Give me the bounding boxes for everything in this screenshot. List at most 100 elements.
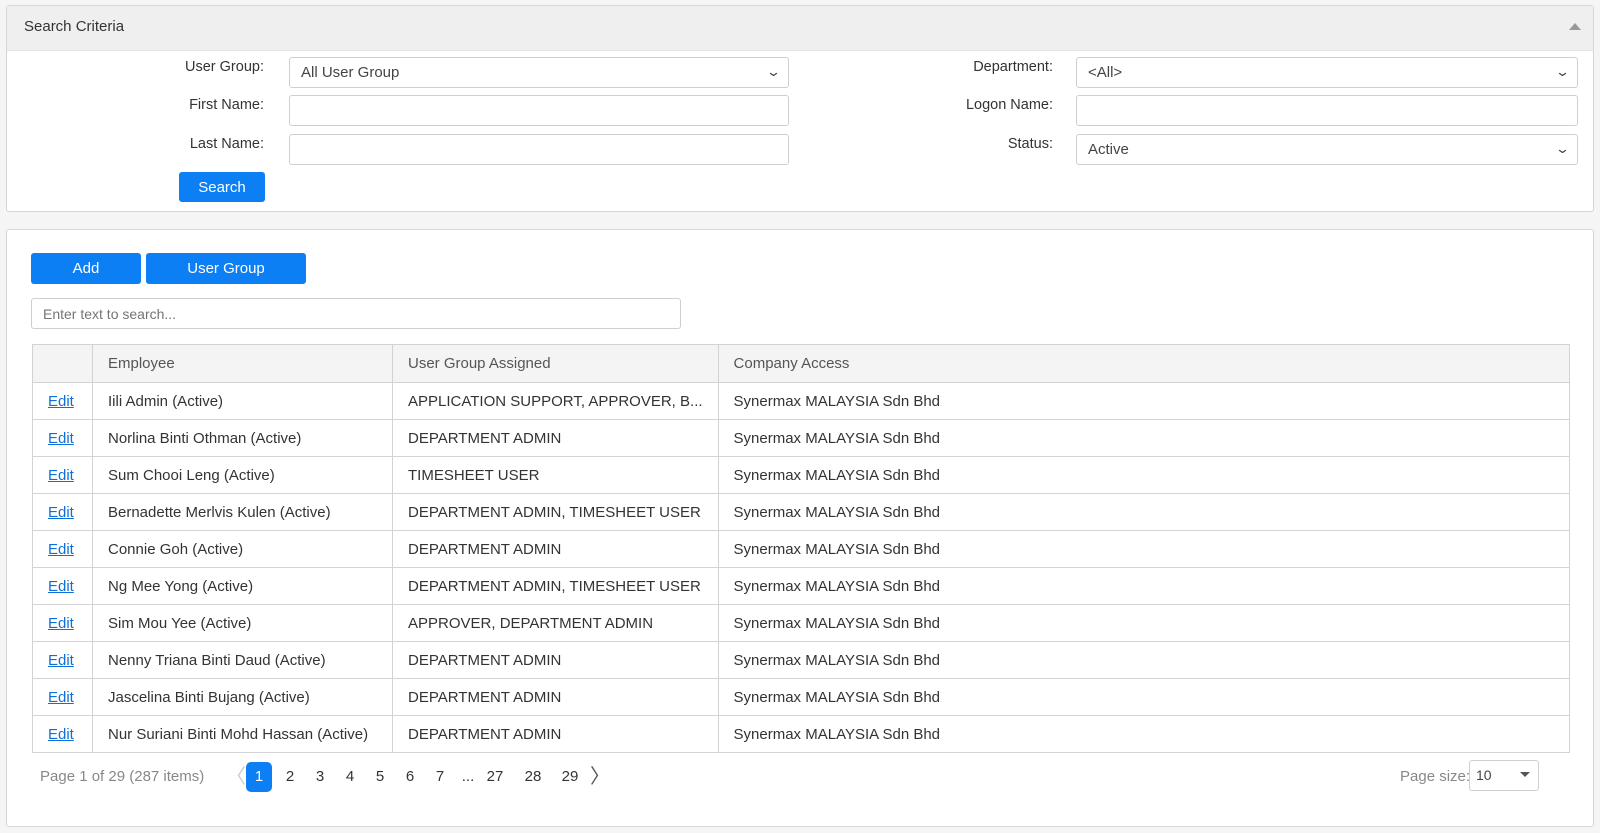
action-cell: Edit [32, 456, 93, 494]
user-group-cell: DEPARTMENT ADMIN [392, 641, 719, 679]
search-button[interactable]: Search [179, 172, 265, 202]
edit-link[interactable]: Edit [48, 652, 74, 669]
page-ellipsis: ... [461, 768, 475, 785]
edit-link[interactable]: Edit [48, 467, 74, 484]
collapse-icon[interactable] [1569, 23, 1581, 30]
page-size-label: Page size: [1400, 768, 1471, 785]
edit-link[interactable]: Edit [48, 726, 74, 743]
table-header-row: Employee User Group Assigned Company Acc… [32, 344, 1571, 383]
logon-name-input[interactable] [1076, 95, 1578, 126]
edit-link[interactable]: Edit [48, 541, 74, 558]
column-header-user-group[interactable]: User Group Assigned [392, 344, 719, 383]
page-button-6[interactable]: 6 [397, 762, 423, 792]
table-row: Edit Bernadette Merlvis Kulen (Active) D… [32, 493, 1571, 531]
next-page-icon[interactable]: 〉 [590, 762, 610, 792]
table-row: Edit Nur Suriani Binti Mohd Hassan (Acti… [32, 715, 1571, 753]
edit-link[interactable]: Edit [48, 393, 74, 410]
user-group-cell: DEPARTMENT ADMIN [392, 419, 719, 457]
user-group-value: All User Group [301, 64, 400, 81]
company-access-cell: Synermax MALAYSIA Sdn Bhd [717, 456, 1571, 494]
page-button-2[interactable]: 2 [277, 762, 303, 792]
status-label: Status: [1007, 136, 1053, 152]
action-cell: Edit [32, 419, 93, 457]
column-header-company-access[interactable]: Company Access [717, 344, 1571, 383]
page-button-5[interactable]: 5 [367, 762, 393, 792]
company-access-cell: Synermax MALAYSIA Sdn Bhd [717, 493, 1571, 531]
company-access-cell: Synermax MALAYSIA Sdn Bhd [717, 382, 1571, 420]
department-value: <All> [1088, 64, 1123, 81]
user-group-cell: DEPARTMENT ADMIN, TIMESHEET USER [392, 493, 719, 531]
page-button-28[interactable]: 28 [520, 762, 546, 792]
add-button[interactable]: Add [31, 253, 141, 284]
page-button-29[interactable]: 29 [557, 762, 583, 792]
employee-cell: Iili Admin (Active) [92, 382, 393, 420]
page-size-value: 10 [1476, 767, 1492, 783]
pager-summary: Page 1 of 29 (287 items) [40, 768, 205, 785]
action-cell: Edit [32, 604, 93, 642]
logon-name-label: Logon Name: [965, 97, 1053, 113]
page-button-4[interactable]: 4 [337, 762, 363, 792]
first-name-input[interactable] [289, 95, 789, 126]
department-select[interactable]: <All> ⌄ [1076, 57, 1578, 88]
department-label: Department: [973, 59, 1053, 75]
employee-cell: Sum Chooi Leng (Active) [92, 456, 393, 494]
company-access-cell: Synermax MALAYSIA Sdn Bhd [717, 715, 1571, 753]
employee-cell: Nur Suriani Binti Mohd Hassan (Active) [92, 715, 393, 753]
table-row: Edit Connie Goh (Active) DEPARTMENT ADMI… [32, 530, 1571, 568]
status-value: Active [1088, 141, 1129, 158]
edit-link[interactable]: Edit [48, 615, 74, 632]
action-cell: Edit [32, 530, 93, 568]
action-cell: Edit [32, 678, 93, 716]
page-button-27[interactable]: 27 [482, 762, 508, 792]
users-table: Employee User Group Assigned Company Acc… [32, 344, 1571, 753]
company-access-cell: Synermax MALAYSIA Sdn Bhd [717, 678, 1571, 716]
action-cell: Edit [32, 493, 93, 531]
user-group-cell: APPROVER, DEPARTMENT ADMIN [392, 604, 719, 642]
user-group-button[interactable]: User Group [146, 253, 306, 284]
user-group-cell: TIMESHEET USER [392, 456, 719, 494]
action-cell: Edit [32, 641, 93, 679]
company-access-cell: Synermax MALAYSIA Sdn Bhd [717, 604, 1571, 642]
edit-link[interactable]: Edit [48, 430, 74, 447]
page-size-select[interactable]: 10 [1469, 760, 1539, 791]
page-button-1[interactable]: 1 [246, 762, 272, 792]
last-name-input[interactable] [289, 134, 789, 165]
status-select[interactable]: Active ⌄ [1076, 134, 1578, 165]
edit-link[interactable]: Edit [48, 504, 74, 521]
action-cell: Edit [32, 715, 93, 753]
user-group-cell: DEPARTMENT ADMIN [392, 530, 719, 568]
employee-cell: Connie Goh (Active) [92, 530, 393, 568]
employee-cell: Norlina Binti Othman (Active) [92, 419, 393, 457]
company-access-cell: Synermax MALAYSIA Sdn Bhd [717, 641, 1571, 679]
search-criteria-header[interactable]: Search Criteria [7, 6, 1593, 51]
company-access-cell: Synermax MALAYSIA Sdn Bhd [717, 530, 1571, 568]
employee-cell: Jascelina Binti Bujang (Active) [92, 678, 393, 716]
page-button-3[interactable]: 3 [307, 762, 333, 792]
action-cell: Edit [32, 567, 93, 605]
table-row: Edit Jascelina Binti Bujang (Active) DEP… [32, 678, 1571, 716]
user-group-select[interactable]: All User Group ⌄ [289, 57, 789, 88]
employee-cell: Sim Mou Yee (Active) [92, 604, 393, 642]
prev-page-icon[interactable]: 〈 [226, 762, 246, 792]
panel-title: Search Criteria [24, 18, 125, 35]
employee-cell: Bernadette Merlvis Kulen (Active) [92, 493, 393, 531]
edit-link[interactable]: Edit [48, 578, 74, 595]
user-list-panel: Add User Group Employee User Group Assig… [6, 229, 1594, 827]
column-header-action [32, 344, 93, 383]
grid-search-input[interactable] [31, 298, 681, 329]
company-access-cell: Synermax MALAYSIA Sdn Bhd [717, 419, 1571, 457]
first-name-label: First Name: [189, 97, 264, 113]
table-row: Edit Sim Mou Yee (Active) APPROVER, DEPA… [32, 604, 1571, 642]
user-group-cell: DEPARTMENT ADMIN [392, 715, 719, 753]
column-header-employee[interactable]: Employee [92, 344, 393, 383]
page-button-7[interactable]: 7 [427, 762, 453, 792]
chevron-down-icon: ⌄ [765, 64, 782, 79]
search-criteria-panel: Search Criteria User Group: All User Gro… [6, 5, 1594, 212]
chevron-down-icon: ⌄ [1554, 64, 1571, 79]
user-group-cell: DEPARTMENT ADMIN [392, 678, 719, 716]
table-row: Edit Iili Admin (Active) APPLICATION SUP… [32, 382, 1571, 420]
table-row: Edit Sum Chooi Leng (Active) TIMESHEET U… [32, 456, 1571, 494]
action-cell: Edit [32, 382, 93, 420]
edit-link[interactable]: Edit [48, 689, 74, 706]
dropdown-arrow-icon [1520, 772, 1530, 777]
